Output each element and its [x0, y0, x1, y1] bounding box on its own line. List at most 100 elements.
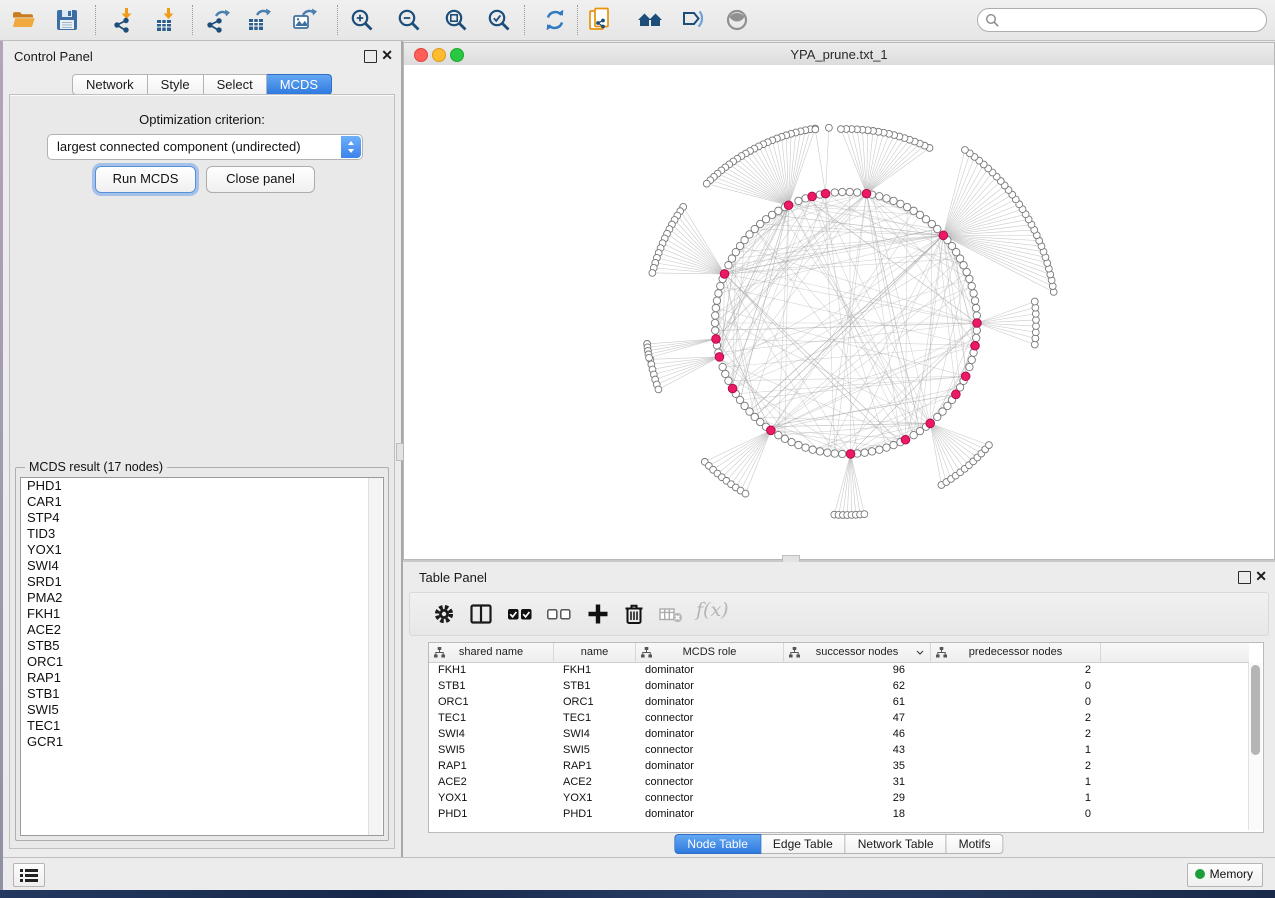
- import-table-button[interactable]: [153, 7, 179, 33]
- tab-mcds[interactable]: MCDS: [267, 74, 332, 95]
- network-canvas[interactable]: [404, 65, 1274, 559]
- list-item[interactable]: PMA2: [21, 590, 383, 606]
- table-row[interactable]: ORC1ORC1dominator610: [429, 694, 1249, 710]
- sort-chevron-icon: [916, 650, 924, 655]
- list-item[interactable]: CAR1: [21, 494, 383, 510]
- column-header-name[interactable]: name: [554, 643, 636, 662]
- control-panel-tabs: NetworkStyleSelectMCDS: [72, 74, 332, 95]
- zoom-selected-button[interactable]: [486, 7, 512, 33]
- settings-gear-button[interactable]: [431, 601, 457, 627]
- import-table-icon: [153, 7, 179, 33]
- list-scrollbar[interactable]: [368, 478, 382, 835]
- table-row[interactable]: STB1STB1dominator620: [429, 678, 1249, 694]
- list-item[interactable]: TID3: [21, 526, 383, 542]
- column-header-predecessor-nodes[interactable]: predecessor nodes: [931, 643, 1101, 662]
- table-scrollbar[interactable]: [1248, 663, 1262, 830]
- zoom-out-button[interactable]: [396, 7, 422, 33]
- cell-shared: ORC1: [429, 694, 554, 710]
- list-item[interactable]: ORC1: [21, 654, 383, 670]
- tab-select[interactable]: Select: [204, 74, 267, 95]
- network-window-titlebar[interactable]: YPA_prune.txt_1: [404, 43, 1274, 66]
- list-item[interactable]: GCR1: [21, 734, 383, 750]
- memory-status-icon: [1195, 869, 1205, 879]
- table-row[interactable]: TEC1TEC1connector472: [429, 710, 1249, 726]
- table-row[interactable]: PHD1PHD1dominator180: [429, 806, 1249, 822]
- optimization-criterion-select[interactable]: largest connected component (undirected): [47, 134, 363, 160]
- import-network-button[interactable]: [111, 7, 137, 33]
- list-item[interactable]: TEC1: [21, 718, 383, 734]
- list-item[interactable]: RAP1: [21, 670, 383, 686]
- table-row[interactable]: YOX1YOX1connector291: [429, 790, 1249, 806]
- tab-node-table[interactable]: Node Table: [674, 834, 761, 854]
- home-button[interactable]: [637, 7, 663, 33]
- table-row[interactable]: RAP1RAP1dominator352: [429, 758, 1249, 774]
- list-item[interactable]: YOX1: [21, 542, 383, 558]
- table-row[interactable]: FKH1FKH1dominator962: [429, 662, 1249, 678]
- list-item[interactable]: PHD1: [21, 478, 383, 494]
- zoom-fit-icon: [443, 7, 469, 33]
- float-panel-icon[interactable]: [364, 50, 377, 63]
- tab-motifs[interactable]: Motifs: [947, 834, 1004, 854]
- network-from-file-button[interactable]: [587, 7, 613, 33]
- list-item[interactable]: STP4: [21, 510, 383, 526]
- table-row[interactable]: SWI5SWI5connector431: [429, 742, 1249, 758]
- list-item[interactable]: SRD1: [21, 574, 383, 590]
- cell-succ: 29: [784, 790, 931, 806]
- search-input[interactable]: [977, 8, 1267, 32]
- export-image-button[interactable]: [291, 7, 317, 33]
- hide-graphics-details-button[interactable]: [680, 7, 706, 33]
- tab-edge-table[interactable]: Edge Table: [761, 834, 846, 854]
- mcds-result-list[interactable]: PHD1CAR1STP4TID3YOX1SWI4SRD1PMA2FKH1ACE2…: [20, 477, 384, 836]
- close-panel-icon[interactable]: ✕: [381, 49, 393, 61]
- list-item[interactable]: SWI4: [21, 558, 383, 574]
- close-panel-button[interactable]: Close panel: [206, 166, 315, 193]
- open-session-button[interactable]: [11, 7, 37, 33]
- tab-network-table[interactable]: Network Table: [846, 834, 947, 854]
- tab-network[interactable]: Network: [72, 74, 148, 95]
- table-row[interactable]: SWI4SWI4dominator462: [429, 726, 1249, 742]
- close-panel-icon[interactable]: ✕: [1255, 570, 1267, 582]
- save-session-button[interactable]: [54, 7, 80, 33]
- column-header-shared-name[interactable]: shared name: [429, 643, 554, 662]
- list-item[interactable]: FKH1: [21, 606, 383, 622]
- cell-name: TEC1: [554, 710, 636, 726]
- function-builder-button[interactable]: f(x): [696, 599, 729, 621]
- list-item[interactable]: STB5: [21, 638, 383, 654]
- refresh-button[interactable]: [542, 7, 568, 33]
- delete-column-button[interactable]: [621, 601, 647, 627]
- console-log-button[interactable]: [13, 863, 45, 887]
- list-item[interactable]: STB1: [21, 686, 383, 702]
- zoom-in-button[interactable]: [349, 7, 375, 33]
- cell-name: YOX1: [554, 790, 636, 806]
- hide-details-icon: [680, 7, 706, 33]
- cell-succ: 18: [784, 806, 931, 822]
- export-network-button[interactable]: [205, 7, 231, 33]
- split-table-button[interactable]: [468, 601, 494, 627]
- memory-button[interactable]: Memory: [1187, 863, 1263, 887]
- column-header-successor-nodes[interactable]: successor nodes: [784, 643, 931, 662]
- cell-succ: 62: [784, 678, 931, 694]
- cell-pred: 2: [931, 710, 1101, 726]
- select-all-columns-button[interactable]: [507, 601, 533, 627]
- list-item[interactable]: ACE2: [21, 622, 383, 638]
- table-row[interactable]: ACE2ACE2connector311: [429, 774, 1249, 790]
- cell-shared: ACE2: [429, 774, 554, 790]
- cell-role: connector: [636, 742, 784, 758]
- tab-style[interactable]: Style: [148, 74, 204, 95]
- add-column-button[interactable]: [585, 601, 611, 627]
- cell-filler: [1101, 742, 1249, 758]
- column-header-mcds-role[interactable]: MCDS role: [636, 643, 784, 662]
- show-graphics-details-button[interactable]: [724, 7, 750, 33]
- scrollbar-thumb[interactable]: [1251, 665, 1260, 755]
- trash-icon: [621, 601, 647, 627]
- unselect-all-columns-button[interactable]: [546, 601, 572, 627]
- delete-table-button[interactable]: [658, 601, 684, 627]
- export-table-button[interactable]: [246, 7, 272, 33]
- optimization-criterion-label: Optimization criterion:: [10, 112, 394, 127]
- run-mcds-button[interactable]: Run MCDS: [95, 166, 196, 193]
- list-item[interactable]: SWI5: [21, 702, 383, 718]
- zoom-fit-button[interactable]: [443, 7, 469, 33]
- table-body[interactable]: FKH1FKH1dominator962STB1STB1dominator620…: [429, 662, 1249, 832]
- float-panel-icon[interactable]: [1238, 571, 1251, 584]
- cell-pred: 0: [931, 678, 1101, 694]
